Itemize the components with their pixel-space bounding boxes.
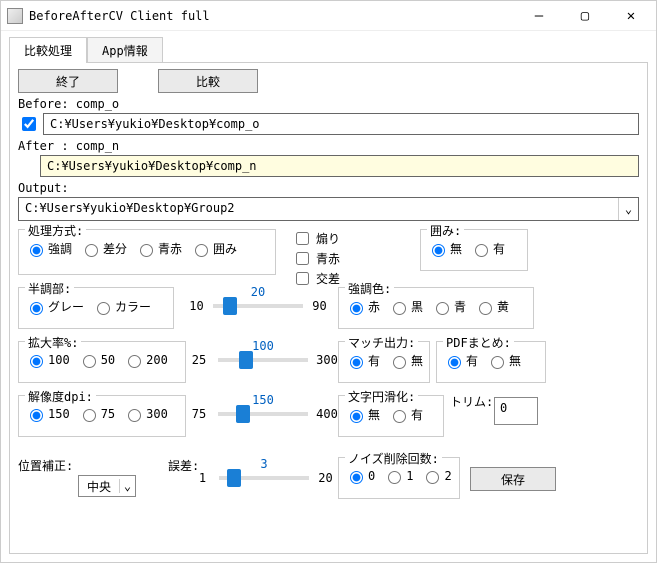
tab-compare[interactable]: 比較処理 [9,37,87,63]
slider-dpi: 150 75 400 [188,393,338,421]
chevron-down-icon[interactable]: ⌄ [618,198,638,220]
slider-halftone: 20 10 90 [188,285,328,313]
output-path: C:¥Users¥yukio¥Desktop¥Group2 [19,198,618,220]
after-label: After : comp_n [18,139,639,153]
radio-enclose-none[interactable]: 無 [427,240,462,257]
group-emcolor: 強調色: 赤 黒 青 黄 [338,287,534,329]
radio-n-1[interactable]: 1 [383,468,413,484]
exit-button[interactable]: 終了 [18,69,118,93]
group-noise: ノイズ削除回数: 0 1 2 [338,457,460,499]
radio-ht-gray[interactable]: グレー [25,298,84,315]
radio-n-0[interactable]: 0 [345,468,375,484]
group-pdf: PDFまとめ: 有 無 [436,341,546,383]
group-halftone: 半調部: グレー カラー [18,287,174,329]
radio-dpi-150[interactable]: 150 [25,406,70,422]
radio-dpi-75[interactable]: 75 [78,406,115,422]
save-button[interactable]: 保存 [470,467,556,491]
slider-zoom: 100 25 300 [188,339,338,367]
radio-match-yes[interactable]: 有 [345,352,380,369]
slider-zoom-input[interactable] [218,358,308,362]
group-zoom: 拡大率%: 100 50 200 [18,341,186,383]
before-path[interactable]: C:¥Users¥yukio¥Desktop¥comp_o [43,113,639,135]
radio-br[interactable]: 青赤 [135,240,182,257]
radio-z-100[interactable]: 100 [25,352,70,368]
radio-sm-yes[interactable]: 有 [388,406,423,423]
slider-dpi-input[interactable] [218,412,308,416]
tab-bar: 比較処理 App情報 [1,31,656,63]
pos-combo[interactable]: 中央⌄ [78,475,136,497]
group-method: 処理方式: 強調 差分 青赤 囲み [18,229,276,275]
radio-match-no[interactable]: 無 [388,352,423,369]
compare-button[interactable]: 比較 [158,69,258,93]
output-label: Output: [18,181,639,195]
titlebar: BeforeAfterCV Client full ― ▢ ✕ [1,1,656,31]
method-label: 処理方式: [25,222,86,239]
radio-ec-yellow[interactable]: 黄 [474,298,509,315]
app-window: BeforeAfterCV Client full ― ▢ ✕ 比較処理 App… [0,0,657,563]
minimize-button[interactable]: ― [516,2,562,30]
slider-err: 3 1 20 [194,457,334,485]
trim-label: トリム: [450,393,493,410]
radio-ec-red[interactable]: 赤 [345,298,380,315]
group-enclose: 囲み: 無 有 [420,229,528,271]
before-checkbox[interactable] [22,117,36,131]
check-seiseki[interactable]: 青赤 [292,249,340,268]
radio-n-2[interactable]: 2 [421,468,451,484]
radio-sm-no[interactable]: 無 [345,406,380,423]
radio-emph[interactable]: 強調 [25,240,72,257]
close-button[interactable]: ✕ [608,2,654,30]
window-title: BeforeAfterCV Client full [29,9,516,23]
group-match: マッチ出力: 有 無 [338,341,430,383]
radio-ht-color[interactable]: カラー [92,298,151,315]
slider-err-input[interactable] [219,476,309,480]
radio-z-50[interactable]: 50 [78,352,115,368]
pos-label: 位置補正: [18,457,73,474]
checks-column: 煽り 青赤 交差 [292,229,340,289]
compare-panel: 終了 比較 Before: comp_o C:¥Users¥yukio¥Desk… [9,62,648,554]
radio-dpi-300[interactable]: 300 [123,406,168,422]
radio-z-200[interactable]: 200 [123,352,168,368]
chevron-down-icon: ⌄ [119,479,135,493]
check-aori[interactable]: 煽り [292,229,340,248]
radio-pdf-no[interactable]: 無 [486,352,521,369]
radio-kakomi[interactable]: 囲み [190,240,237,257]
radio-diff[interactable]: 差分 [80,240,127,257]
radio-ec-blue[interactable]: 青 [431,298,466,315]
app-icon [7,8,23,24]
group-smooth: 文字円滑化: 無 有 [338,395,444,437]
trim-input[interactable]: 0 [494,397,538,425]
after-path[interactable]: C:¥Users¥yukio¥Desktop¥comp_n [40,155,639,177]
radio-ec-black[interactable]: 黒 [388,298,423,315]
slider-ht-input[interactable] [213,304,303,308]
radio-pdf-yes[interactable]: 有 [443,352,478,369]
maximize-button[interactable]: ▢ [562,2,608,30]
before-label: Before: comp_o [18,97,639,111]
radio-enclose-yes[interactable]: 有 [470,240,505,257]
tab-info[interactable]: App情報 [87,37,163,63]
group-dpi: 解像度dpi: 150 75 300 [18,395,186,437]
output-combo[interactable]: C:¥Users¥yukio¥Desktop¥Group2 ⌄ [18,197,639,221]
